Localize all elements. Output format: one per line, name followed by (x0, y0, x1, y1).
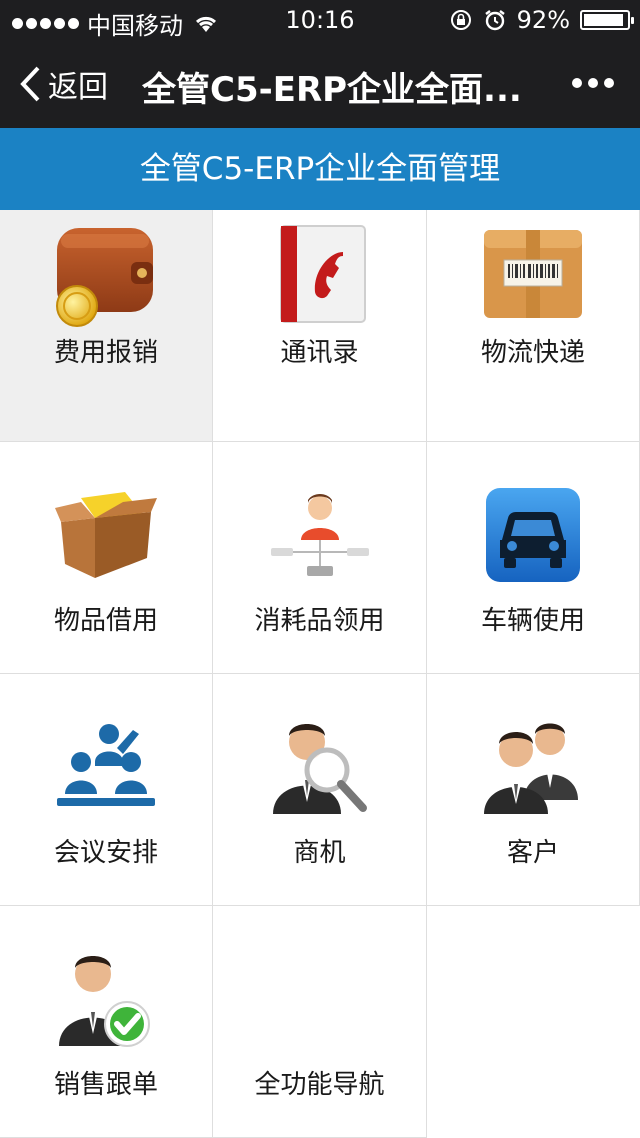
grid-item-label: 物流快递 (480, 338, 585, 368)
customers-icon (478, 714, 588, 824)
grid-item-customers[interactable]: 客户 (427, 674, 640, 906)
back-label: 返回 (48, 70, 108, 105)
alarm-icon (484, 10, 505, 31)
battery-icon (580, 10, 634, 30)
sales-tracking-icon (51, 946, 161, 1056)
grid-item-opportunity[interactable]: 商机 (213, 674, 427, 906)
grid-item-label: 消耗品领用 (254, 606, 385, 636)
grid-item-label: 销售跟单 (53, 1070, 158, 1100)
contacts-book-icon (265, 222, 375, 332)
battery-percent: 92% (516, 6, 570, 34)
battery-fill (584, 14, 623, 26)
grid-item-all-features[interactable]: 全功能导航 (213, 906, 427, 1138)
org-chart-icon (265, 486, 375, 596)
grid-item-item-borrow[interactable]: 物品借用 (0, 442, 213, 674)
grid-item-label: 会议安排 (53, 838, 158, 868)
grid-item-label: 客户 (506, 838, 559, 868)
grid-item-vehicle[interactable]: 车辆使用 (427, 442, 640, 674)
grid-item-label: 商机 (293, 838, 346, 868)
status-right: 92% (449, 6, 634, 34)
chevron-left-icon (20, 66, 40, 102)
grid-item-label: 车辆使用 (480, 606, 585, 636)
rotation-lock-icon (450, 10, 471, 30)
grid-item-label: 费用报销 (53, 338, 158, 368)
business-search-icon (265, 714, 375, 824)
grid-item-label: 通讯录 (280, 338, 359, 368)
page-title: 全管C5-ERP企业全面管理 (0, 128, 640, 210)
grid-item-label: 物品借用 (53, 606, 158, 636)
nav-title: 全管C5-ERP企业全面... (142, 70, 522, 110)
grid-item-expense[interactable]: 费用报销 (0, 210, 213, 442)
grid-item-contacts[interactable]: 通讯录 (213, 210, 427, 442)
function-grid: 费用报销 通讯录 物流快递 物品借用 消耗品领用 车辆使用 会议安排 商机 客户… (0, 210, 640, 1138)
nav-bar: 返回 全管C5-ERP企业全面... (0, 40, 640, 128)
status-bar: 中国移动 10:16 92% (0, 0, 640, 40)
grid-item-sales-tracking[interactable]: 销售跟单 (0, 906, 213, 1138)
car-icon (478, 482, 588, 592)
package-icon (478, 222, 588, 332)
more-icon[interactable] (572, 78, 614, 88)
wallet-icon (51, 222, 161, 332)
grid-item-label: 全功能导航 (254, 1070, 385, 1100)
open-box-icon (51, 482, 161, 592)
meeting-icon (51, 714, 161, 824)
grid-item-logistics[interactable]: 物流快递 (427, 210, 640, 442)
grid-empty-cell (427, 906, 640, 1138)
grid-item-consumables[interactable]: 消耗品领用 (213, 442, 427, 674)
back-button[interactable]: 返回 (18, 62, 108, 106)
grid-item-meeting[interactable]: 会议安排 (0, 674, 213, 906)
